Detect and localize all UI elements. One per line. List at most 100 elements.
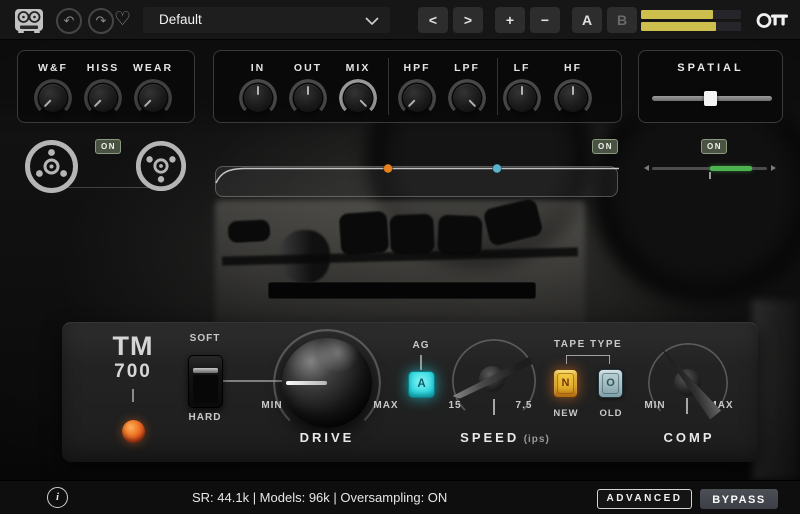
bias-left-arrow-icon bbox=[644, 165, 649, 171]
panel-divider bbox=[497, 58, 498, 115]
new-label: NEW bbox=[551, 408, 581, 419]
bias-slider[interactable] bbox=[652, 167, 767, 170]
preset-selector[interactable]: Default bbox=[143, 7, 390, 33]
speed-unit: (ips) bbox=[524, 434, 550, 445]
comp-min-label: MIN bbox=[640, 400, 670, 411]
favorite-button[interactable]: ♡ bbox=[114, 8, 131, 32]
tape-type-new-button[interactable]: N bbox=[553, 369, 578, 398]
redo-button[interactable]: ↷ bbox=[88, 8, 114, 34]
hpf-dot[interactable] bbox=[384, 164, 393, 173]
header-bar: ↶ ↷ ♡ Default < > + − A B bbox=[0, 0, 800, 40]
lpf-dot[interactable] bbox=[493, 164, 502, 173]
hf-knob[interactable]: HF bbox=[551, 62, 595, 112]
preset-name: Default bbox=[159, 12, 202, 27]
in-knob[interactable]: IN bbox=[236, 62, 280, 112]
undo-button[interactable]: ↶ bbox=[56, 8, 82, 34]
hiss-knob[interactable]: HISS bbox=[81, 62, 125, 112]
reels-on-badge[interactable]: ON bbox=[95, 139, 121, 154]
plus-button[interactable]: + bbox=[495, 7, 525, 33]
knob-label: OUT bbox=[286, 62, 330, 75]
info-button[interactable]: i bbox=[47, 487, 68, 508]
knob-label: MIX bbox=[336, 62, 380, 75]
status-text: SR: 44.1k | Models: 96k | Oversampling: … bbox=[192, 481, 447, 514]
knob-label: IN bbox=[236, 62, 280, 75]
meter-fill-left bbox=[641, 10, 713, 19]
spatial-slider-thumb[interactable] bbox=[704, 91, 717, 106]
out-knob[interactable]: OUT bbox=[286, 62, 330, 112]
bypass-button[interactable]: BYPASS bbox=[700, 489, 778, 509]
ag-label: AG bbox=[406, 340, 436, 351]
spatial-slider[interactable] bbox=[652, 96, 772, 101]
tape-type-old-button[interactable]: O bbox=[598, 369, 623, 398]
drive-label: DRIVE bbox=[294, 430, 360, 445]
panel-divider bbox=[388, 58, 389, 115]
drive-min-label: MIN bbox=[257, 400, 287, 411]
knob-label: LPF bbox=[445, 62, 489, 75]
tape-type-bracket bbox=[566, 355, 610, 356]
lamp-stem bbox=[132, 389, 134, 402]
knob-label: HISS bbox=[81, 62, 125, 75]
variant-b-button[interactable]: B bbox=[607, 7, 637, 33]
spatial-label: SPATIAL bbox=[638, 62, 783, 74]
bias-center-tick bbox=[709, 172, 711, 179]
bias-on-badge[interactable]: ON bbox=[701, 139, 727, 154]
heart-icon: ♡ bbox=[114, 9, 131, 30]
bias-right-arrow-icon bbox=[771, 165, 776, 171]
model-name-line2: 700 bbox=[103, 361, 163, 383]
hard-label: HARD bbox=[183, 412, 227, 423]
knob-label: W&F bbox=[31, 62, 75, 75]
knob-label: HPF bbox=[395, 62, 439, 75]
switch-well bbox=[193, 375, 218, 403]
drive-max-label: MAX bbox=[370, 400, 402, 411]
undo-icon: ↶ bbox=[64, 13, 75, 28]
info-icon: i bbox=[56, 491, 59, 503]
lpf-knob[interactable]: LPF bbox=[445, 62, 489, 112]
left-reel-icon bbox=[24, 139, 79, 194]
output-meter bbox=[641, 10, 741, 31]
model-name-line1: TM bbox=[103, 331, 163, 362]
speed-label: SPEED (ips) bbox=[440, 429, 570, 447]
knob-label: WEAR bbox=[131, 62, 175, 75]
speed-left-label: 15 bbox=[442, 400, 468, 411]
right-reel-icon bbox=[135, 140, 187, 192]
speed-center-tick bbox=[493, 399, 495, 415]
variant-a-button[interactable]: A bbox=[572, 7, 602, 33]
mix-knob[interactable]: MIX bbox=[336, 62, 380, 112]
lf-knob[interactable]: LF bbox=[500, 62, 544, 112]
tape-type-bracket bbox=[566, 355, 567, 364]
drive-knob[interactable] bbox=[282, 338, 372, 428]
prev-preset-button[interactable]: < bbox=[418, 7, 448, 33]
plugin-window: ↶ ↷ ♡ Default < > + − A B bbox=[0, 0, 800, 514]
soft-hard-switch[interactable] bbox=[188, 355, 223, 408]
spatial-panel bbox=[638, 50, 783, 123]
hpf-knob[interactable]: HPF bbox=[395, 62, 439, 112]
tape-type-bracket bbox=[609, 355, 610, 364]
wear-knob[interactable]: WEAR bbox=[131, 62, 175, 112]
switch-lever bbox=[193, 368, 218, 373]
ag-stem bbox=[420, 355, 422, 370]
filter-curve bbox=[213, 163, 623, 197]
old-label: OLD bbox=[596, 408, 626, 419]
ag-button[interactable]: A bbox=[408, 371, 435, 398]
comp-label: COMP bbox=[654, 430, 724, 445]
knob-label: LF bbox=[500, 62, 544, 75]
tape-machine-logo-icon bbox=[14, 7, 44, 34]
speed-label-text: SPEED bbox=[460, 430, 519, 445]
status-bar: i SR: 44.1k | Models: 96k | Oversampling… bbox=[0, 480, 800, 514]
wf-knob[interactable]: W&F bbox=[31, 62, 75, 112]
key-brand-logo-icon bbox=[756, 11, 790, 30]
next-preset-button[interactable]: > bbox=[453, 7, 483, 33]
chevron-down-icon bbox=[365, 17, 379, 25]
tape-type-label: TAPE TYPE bbox=[546, 339, 630, 350]
speed-right-label: 7.5 bbox=[508, 400, 540, 411]
comp-center-tick bbox=[686, 398, 688, 414]
advanced-button[interactable]: ADVANCED bbox=[597, 489, 692, 509]
power-lamp bbox=[122, 420, 145, 443]
knob-label: HF bbox=[551, 62, 595, 75]
minus-button[interactable]: − bbox=[530, 7, 560, 33]
drive-pointer bbox=[286, 381, 327, 385]
filter-on-badge[interactable]: ON bbox=[592, 139, 618, 154]
bias-fill bbox=[710, 166, 753, 171]
meter-fill-right bbox=[641, 22, 716, 31]
soft-label: SOFT bbox=[183, 333, 227, 344]
